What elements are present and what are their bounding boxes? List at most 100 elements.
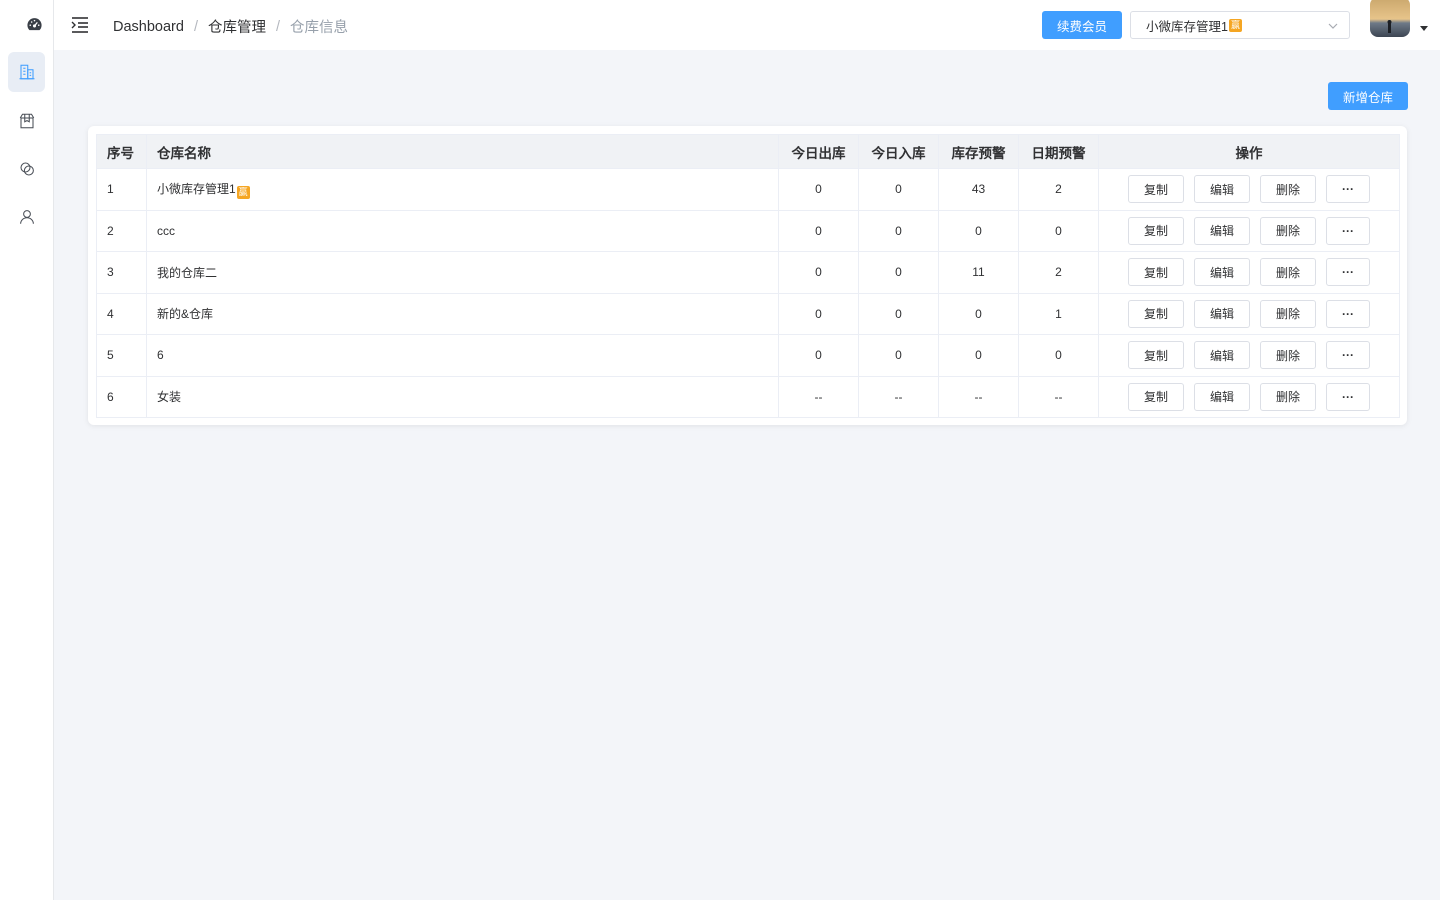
- cell-stock-warning: 0: [938, 334, 1019, 377]
- column-header-date-warning: 日期预警: [1018, 134, 1099, 169]
- cell-out-today: --: [778, 375, 859, 418]
- cell-actions: 复制 编辑 删除 ···: [1098, 375, 1400, 418]
- warehouse-name: 我的仓库二: [157, 265, 218, 280]
- cell-index: 4: [96, 292, 147, 335]
- cell-out-today: 0: [778, 251, 859, 294]
- breadcrumb-warehouse-info: 仓库信息: [290, 20, 348, 36]
- building-icon: [19, 64, 34, 80]
- cell-stock-warning: 0: [938, 209, 1019, 252]
- table-row: 6 女装 -- -- -- -- 复制 编辑 删除 ···: [96, 375, 1400, 418]
- edit-button[interactable]: 编辑: [1194, 258, 1250, 287]
- cell-out-today: 0: [778, 168, 859, 211]
- cell-actions: 复制 编辑 删除 ···: [1098, 209, 1400, 252]
- cell-date-warning: 0: [1018, 334, 1099, 377]
- add-warehouse-button[interactable]: 新增仓库: [1328, 82, 1408, 110]
- chat-icon: [19, 162, 34, 176]
- warehouse-name: 新的&仓库: [157, 307, 214, 322]
- edit-button[interactable]: 编辑: [1194, 216, 1250, 245]
- more-actions-button[interactable]: ···: [1326, 382, 1370, 411]
- sidebar-item-user[interactable]: [8, 197, 45, 237]
- table-row: 2 ccc 0 0 0 0 复制 编辑 删除 ···: [96, 209, 1400, 252]
- cell-actions: 复制 编辑 删除 ···: [1098, 292, 1400, 335]
- column-header-index: 序号: [96, 134, 147, 169]
- cell-name: 女装: [146, 375, 779, 418]
- user-icon: [19, 210, 34, 224]
- cell-in-today: 0: [858, 334, 939, 377]
- row-actions: 复制 编辑 删除 ···: [1099, 175, 1399, 204]
- sidebar-item-warehouse[interactable]: [8, 52, 45, 92]
- row-actions: 复制 编辑 删除 ···: [1099, 299, 1399, 328]
- cell-in-today: --: [858, 375, 939, 418]
- warehouse-name: 6: [157, 348, 164, 363]
- cell-out-today: 0: [778, 209, 859, 252]
- copy-button[interactable]: 复制: [1128, 216, 1184, 245]
- more-actions-button[interactable]: ···: [1326, 299, 1370, 328]
- more-actions-button[interactable]: ···: [1326, 216, 1370, 245]
- cell-actions: 复制 编辑 删除 ···: [1098, 251, 1400, 294]
- delete-button[interactable]: 删除: [1260, 382, 1316, 411]
- cell-index: 6: [96, 375, 147, 418]
- more-actions-button[interactable]: ···: [1326, 341, 1370, 370]
- warehouse-name: 女装: [157, 390, 182, 405]
- cell-out-today: 0: [778, 292, 859, 335]
- column-header-out-today: 今日出库: [778, 134, 859, 169]
- free-badge-icon: 赢: [236, 185, 250, 199]
- cell-stock-warning: 11: [938, 251, 1019, 294]
- cell-index: 3: [96, 251, 147, 294]
- store-select[interactable]: 小微库存管理1 赢: [1130, 11, 1350, 39]
- sidebar: [0, 0, 54, 900]
- menu-collapse-icon[interactable]: [70, 15, 90, 35]
- delete-button[interactable]: 删除: [1260, 216, 1316, 245]
- copy-button[interactable]: 复制: [1128, 175, 1184, 204]
- table-header-row: 序号 仓库名称 今日出库 今日入库 库存预警 日期预警 操作: [96, 134, 1400, 169]
- free-badge-icon: 赢: [1228, 18, 1242, 32]
- avatar-caret-icon[interactable]: [1420, 26, 1428, 31]
- warehouse-name: ccc: [157, 223, 175, 238]
- table-row: 3 我的仓库二 0 0 11 2 复制 编辑 删除 ···: [96, 251, 1400, 294]
- cell-name: 我的仓库二: [146, 251, 779, 294]
- cell-name: ccc: [146, 209, 779, 252]
- sidebar-item-links[interactable]: [8, 149, 45, 189]
- renew-membership-button[interactable]: 续费会员: [1042, 11, 1122, 39]
- more-actions-button[interactable]: ···: [1326, 258, 1370, 287]
- breadcrumb-warehouse-management[interactable]: 仓库管理: [208, 16, 266, 37]
- table-row: 5 6 0 0 0 0 复制 编辑 删除 ···: [96, 334, 1400, 377]
- cell-date-warning: --: [1018, 375, 1099, 418]
- cell-index: 5: [96, 334, 147, 377]
- delete-button[interactable]: 删除: [1260, 299, 1316, 328]
- copy-button[interactable]: 复制: [1128, 299, 1184, 328]
- column-header-name: 仓库名称: [146, 134, 779, 169]
- breadcrumb-separator: /: [275, 18, 280, 35]
- box-icon: [19, 113, 34, 129]
- copy-button[interactable]: 复制: [1128, 258, 1184, 287]
- delete-button[interactable]: 删除: [1260, 175, 1316, 204]
- edit-button[interactable]: 编辑: [1194, 299, 1250, 328]
- chevron-down-icon: [1328, 23, 1338, 29]
- copy-button[interactable]: 复制: [1128, 382, 1184, 411]
- top-header: Dashboard / 仓库管理 / 仓库信息 续费会员 小微库存管理1 赢: [54, 0, 1440, 50]
- cell-in-today: 0: [858, 292, 939, 335]
- more-actions-button[interactable]: ···: [1326, 175, 1370, 204]
- avatar[interactable]: [1370, 0, 1410, 37]
- cell-in-today: 0: [858, 168, 939, 211]
- cell-out-today: 0: [778, 334, 859, 377]
- sidebar-item-goods[interactable]: [8, 101, 45, 141]
- cell-in-today: 0: [858, 209, 939, 252]
- table-row: 4 新的&仓库 0 0 0 1 复制 编辑 删除 ···: [96, 292, 1400, 335]
- delete-button[interactable]: 删除: [1260, 258, 1316, 287]
- cell-actions: 复制 编辑 删除 ···: [1098, 334, 1400, 377]
- edit-button[interactable]: 编辑: [1194, 382, 1250, 411]
- edit-button[interactable]: 编辑: [1194, 341, 1250, 370]
- copy-button[interactable]: 复制: [1128, 341, 1184, 370]
- dashboard-logo-icon[interactable]: [26, 16, 43, 33]
- row-actions: 复制 编辑 删除 ···: [1099, 382, 1399, 411]
- edit-button[interactable]: 编辑: [1194, 175, 1250, 204]
- cell-stock-warning: 0: [938, 292, 1019, 335]
- cell-name: 6: [146, 334, 779, 377]
- delete-button[interactable]: 删除: [1260, 341, 1316, 370]
- cell-stock-warning: --: [938, 375, 1019, 418]
- cell-name: 小微库存管理1 赢: [146, 168, 779, 211]
- breadcrumb-dashboard[interactable]: Dashboard: [113, 19, 184, 35]
- warehouse-table-card: 序号 仓库名称 今日出库 今日入库 库存预警 日期预警 操作 1 小微库存管理1 赢…: [88, 126, 1407, 425]
- column-header-actions: 操作: [1098, 134, 1400, 169]
